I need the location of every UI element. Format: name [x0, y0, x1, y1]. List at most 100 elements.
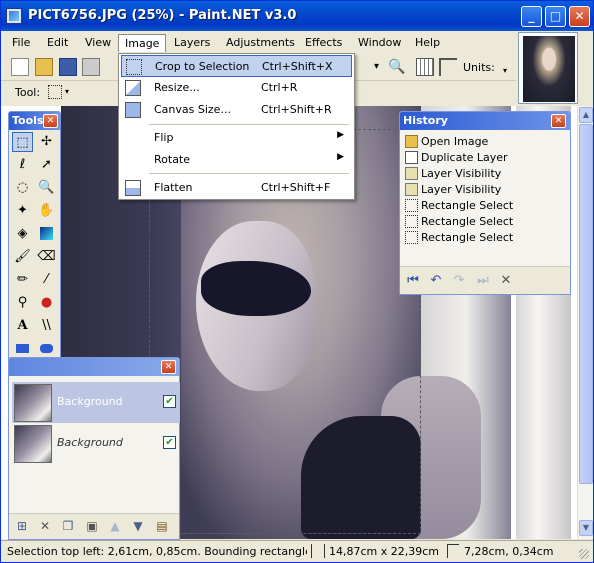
fast-forward-to-end-icon[interactable]: ⏭ — [475, 273, 491, 289]
clone-stamp-icon[interactable]: ⚲ — [12, 293, 33, 313]
menu-item-shortcut: Ctrl+Shift+R — [261, 103, 332, 116]
history-item-label: Open Image — [421, 135, 489, 148]
menu-effects[interactable]: Effects — [299, 34, 348, 52]
grid-icon[interactable] — [416, 58, 434, 76]
menu-file[interactable]: File — [6, 34, 36, 52]
menu-help[interactable]: Help — [409, 34, 446, 52]
history-item[interactable]: Rectangle Select — [403, 198, 570, 214]
pencil-icon[interactable]: ✏ — [12, 270, 33, 290]
menu-layers[interactable]: Layers — [168, 34, 216, 52]
menu-edit[interactable]: Edit — [41, 34, 74, 52]
color-picker-icon[interactable]: ⁄ — [36, 270, 57, 290]
scroll-down-icon[interactable]: ▼ — [579, 520, 593, 536]
history-item[interactable]: Layer Visibility — [403, 166, 570, 182]
magic-wand-icon[interactable]: ✦ — [12, 201, 33, 221]
text-tool-icon[interactable]: A — [12, 316, 33, 336]
layer-row[interactable]: Background ✔ — [12, 382, 180, 423]
rounded-rectangle-icon[interactable] — [36, 339, 57, 359]
lasso-select-icon[interactable]: ℓ — [12, 155, 33, 175]
tool-label: Tool: — [15, 86, 41, 99]
history-item-label: Rectangle Select — [421, 215, 514, 228]
ruler-icon[interactable] — [439, 58, 457, 76]
menu-item-canvas-size[interactable]: Canvas Size... Ctrl+Shift+R — [121, 99, 352, 121]
history-item-label: Layer Visibility — [421, 167, 502, 180]
minimize-button[interactable]: _ — [521, 6, 542, 27]
image-thumbnail[interactable] — [518, 32, 578, 104]
paintbrush-icon[interactable]: 🖌 — [12, 247, 33, 267]
recolor-icon[interactable]: ● — [36, 293, 57, 313]
toolbar-overflow-icon[interactable]: ▾ — [503, 66, 507, 75]
layer-visibility-checkbox[interactable]: ✔ — [163, 395, 176, 408]
layer-visibility-checkbox[interactable]: ✔ — [163, 436, 176, 449]
history-panel-title: History — [400, 112, 570, 130]
title-bar[interactable]: PICT6756.JPG (25%) - Paint.NET v3.0 _ □ … — [1, 1, 593, 31]
menu-view[interactable]: View — [79, 34, 117, 52]
eraser-icon[interactable]: ⌫ — [36, 247, 57, 267]
undo-icon[interactable]: ↶ — [428, 273, 444, 289]
menu-item-crop-to-selection[interactable]: Crop to Selection Ctrl+Shift+X — [121, 55, 352, 77]
maximize-button[interactable]: □ — [545, 6, 566, 27]
menu-item-label: Resize... — [154, 81, 200, 94]
menu-window[interactable]: Window — [352, 34, 407, 52]
rectangle-select-icon[interactable]: ⬚ — [12, 132, 33, 152]
merge-layer-down-icon[interactable]: ▣ — [84, 519, 100, 535]
layer-name: Background — [57, 395, 123, 408]
gradient-icon[interactable] — [36, 224, 57, 244]
print-icon[interactable] — [82, 58, 100, 76]
menu-item-label: Rotate — [154, 153, 191, 166]
clear-history-icon[interactable]: ✕ — [498, 273, 514, 289]
menu-item-flatten[interactable]: Flatten Ctrl+Shift+F — [121, 177, 352, 199]
history-item[interactable]: Rectangle Select — [403, 214, 570, 230]
layer-properties-icon[interactable]: ▤ — [154, 519, 170, 535]
menu-adjustments[interactable]: Adjustments — [220, 34, 301, 52]
layer-row[interactable]: Background ✔ — [12, 423, 180, 464]
layer-visibility-icon — [405, 183, 418, 196]
zoom-icon[interactable]: 🔍 — [36, 178, 57, 198]
paint-bucket-icon[interactable]: ◈ — [12, 224, 33, 244]
scroll-up-icon[interactable]: ▲ — [579, 107, 593, 123]
add-layer-icon[interactable]: ⊞ — [14, 519, 30, 535]
close-button[interactable]: ✕ — [569, 6, 590, 27]
move-layer-down-icon[interactable]: ▼ — [130, 519, 146, 535]
line-curve-icon[interactable]: \\ — [36, 316, 57, 336]
history-item[interactable]: Open Image — [403, 134, 570, 150]
duplicate-layer-icon[interactable]: ❐ — [60, 519, 76, 535]
history-toolbar: ⏮ ↶ ↷ ⏭ ✕ — [400, 266, 570, 294]
menu-item-resize[interactable]: Resize... Ctrl+R — [121, 77, 352, 99]
layers-panel-close-button[interactable]: ✕ — [161, 360, 176, 374]
rectangle-select-tool-icon[interactable] — [48, 85, 62, 99]
open-folder-icon[interactable] — [35, 58, 53, 76]
move-layer-up-icon[interactable]: ▲ — [107, 519, 123, 535]
menu-image[interactable]: Image — [118, 34, 167, 52]
move-selected-icon[interactable]: ➚ — [36, 155, 57, 175]
rectangle-shape-icon[interactable] — [12, 339, 33, 359]
rectangle-select-icon — [405, 215, 418, 228]
zoom-in-icon[interactable]: 🔍 — [388, 58, 406, 76]
vertical-scrollbar[interactable]: ▲ ▼ — [577, 106, 593, 539]
paintnet-app-icon — [6, 8, 22, 24]
scrollbar-thumb[interactable] — [579, 124, 593, 484]
history-item-label: Duplicate Layer — [421, 151, 508, 164]
delete-layer-icon[interactable]: ✕ — [37, 519, 53, 535]
menu-item-shortcut: Ctrl+Shift+X — [262, 60, 333, 73]
rewind-to-start-icon[interactable]: ⏮ — [405, 273, 421, 289]
menu-bar: File Edit View Image Layers Adjustments … — [1, 32, 516, 53]
tool-dropdown-arrow-icon[interactable]: ▾ — [65, 87, 69, 96]
history-item[interactable]: Rectangle Select — [403, 230, 570, 246]
history-item[interactable]: Duplicate Layer — [403, 150, 570, 166]
move-selection-icon[interactable]: ✢ — [36, 132, 57, 152]
close-icon: ✕ — [574, 9, 585, 23]
redo-icon[interactable]: ↷ — [451, 273, 467, 289]
save-icon[interactable] — [59, 58, 77, 76]
menu-item-rotate[interactable]: Rotate ▶ — [121, 149, 352, 171]
resize-grip-icon[interactable] — [579, 549, 589, 559]
new-file-icon[interactable] — [11, 58, 29, 76]
menu-item-flip[interactable]: Flip ▶ — [121, 127, 352, 149]
ellipse-select-icon[interactable]: ◌ — [12, 178, 33, 198]
history-panel-close-button[interactable]: ✕ — [551, 114, 566, 128]
pan-hand-icon[interactable]: ✋ — [36, 201, 57, 221]
history-item-label: Rectangle Select — [421, 199, 514, 212]
rectangle-select-icon — [405, 231, 418, 244]
tools-panel-close-button[interactable]: ✕ — [43, 114, 58, 128]
history-item[interactable]: Layer Visibility — [403, 182, 570, 198]
